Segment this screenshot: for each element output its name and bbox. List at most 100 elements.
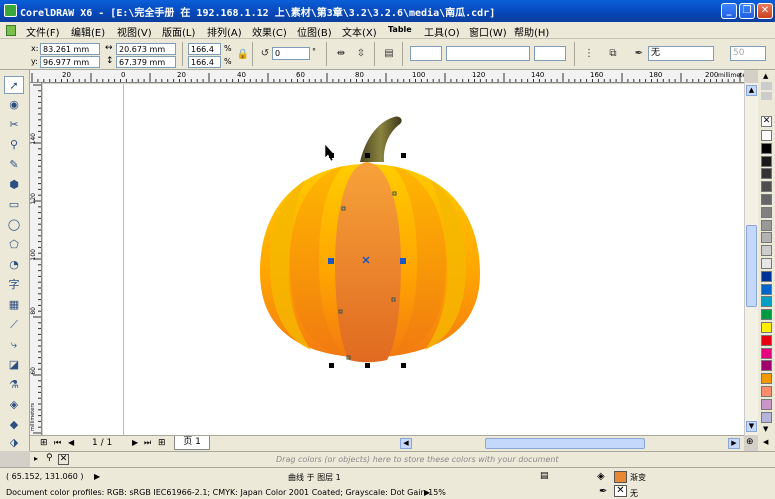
outline-tool-icon[interactable]: ◈	[4, 396, 24, 414]
palette-down-icon[interactable]: ▼	[763, 425, 768, 433]
palette-grip[interactable]	[761, 92, 772, 100]
outline-size-field[interactable]: 50	[730, 46, 766, 61]
scroll-left-icon[interactable]: ◀	[400, 438, 412, 449]
color-swatch[interactable]	[761, 219, 772, 231]
menu-help[interactable]: 帮助(H)	[514, 24, 549, 39]
no-color-swatch[interactable]: ✕	[761, 116, 772, 127]
menu-view[interactable]: 视图(V)	[117, 24, 152, 39]
zoom-tool-icon[interactable]: ⚲	[4, 136, 24, 154]
color-swatch[interactable]	[761, 270, 772, 282]
color-swatch[interactable]	[761, 411, 772, 423]
selection-handle[interactable]	[401, 153, 406, 158]
x-position-field[interactable]: 83.261 mm	[40, 43, 100, 55]
basic-shapes-icon[interactable]: ◔	[4, 256, 24, 274]
color-swatch[interactable]	[761, 309, 772, 321]
blend-tool-icon[interactable]: ◪	[4, 356, 24, 374]
ellipse-tool-icon[interactable]: ◯	[4, 216, 24, 234]
dimension-tool-icon[interactable]: ⟋	[4, 316, 24, 334]
shape-tool-icon[interactable]: ◉	[4, 96, 24, 114]
color-swatch[interactable]	[761, 206, 772, 218]
no-color-icon[interactable]: ✕	[58, 454, 69, 465]
color-swatch[interactable]	[761, 258, 772, 269]
prev-page-icon[interactable]: ◀	[68, 438, 74, 447]
color-swatch[interactable]	[761, 398, 772, 410]
scroll-down-icon[interactable]: ▼	[746, 421, 757, 432]
color-swatch[interactable]	[761, 360, 772, 372]
palette-grip[interactable]	[761, 82, 772, 90]
color-swatch[interactable]	[761, 194, 772, 205]
pumpkin-artwork[interactable]	[43, 84, 744, 435]
color-swatch[interactable]	[761, 296, 772, 308]
style-dropdown-1[interactable]	[410, 46, 442, 61]
style-dropdown-2[interactable]	[446, 46, 530, 61]
menu-bitmaps[interactable]: 位图(B)	[297, 24, 332, 39]
menu-window[interactable]: 窗口(W)	[469, 24, 507, 39]
color-swatch[interactable]	[761, 232, 772, 244]
menu-edit[interactable]: 编辑(E)	[71, 24, 105, 39]
selection-handle[interactable]	[365, 363, 370, 368]
lock-ratio-icon[interactable]: 🔒	[236, 48, 250, 62]
rectangle-tool-icon[interactable]: ▭	[4, 196, 24, 214]
vertical-scrollbar[interactable]: ▲ ▼	[744, 83, 758, 435]
outline-width-dropdown[interactable]: 无	[648, 46, 714, 61]
scale-y-field[interactable]: 166.4	[188, 56, 221, 68]
order-icon[interactable]: ⧉	[606, 47, 620, 61]
color-swatch[interactable]	[761, 245, 772, 257]
mirror-vertical-icon[interactable]: ⇳	[354, 47, 368, 61]
selection-handle[interactable]	[329, 153, 334, 158]
vertical-ruler[interactable]: 140 120 100 80 60 millimeters	[30, 83, 42, 435]
y-position-field[interactable]: 96.977 mm	[40, 56, 100, 68]
scroll-right-icon[interactable]: ▶	[728, 438, 740, 449]
selection-handle[interactable]	[401, 363, 406, 368]
color-swatch[interactable]	[761, 181, 772, 193]
minimize-button[interactable]: _	[721, 3, 737, 19]
drawing-canvas[interactable]	[43, 84, 744, 435]
eyedropper-icon[interactable]: ⚲	[46, 453, 53, 463]
fill-tool-icon[interactable]: ◆	[4, 416, 24, 434]
status-arrow-icon[interactable]: ▶	[94, 472, 100, 481]
selection-handle[interactable]	[365, 153, 370, 158]
page-tab[interactable]: 页 1	[174, 436, 210, 450]
scroll-up-icon[interactable]: ▲	[746, 85, 757, 96]
next-page-icon[interactable]: ▶	[132, 438, 138, 447]
color-swatch[interactable]	[761, 168, 772, 180]
align-icon[interactable]: ▤	[382, 47, 396, 61]
last-page-icon[interactable]: ⏭	[144, 438, 151, 448]
scale-x-field[interactable]: 166.4	[188, 43, 221, 55]
menu-table[interactable]: Table	[388, 25, 412, 34]
palette-menu-icon[interactable]: ▸	[34, 454, 38, 463]
mirror-horizontal-icon[interactable]: ⇹	[334, 47, 348, 61]
menu-effects[interactable]: 效果(C)	[252, 24, 287, 39]
add-page-end-icon[interactable]: ⊞	[158, 438, 166, 448]
color-swatch[interactable]	[761, 142, 772, 154]
color-swatch[interactable]	[761, 347, 772, 359]
crop-tool-icon[interactable]: ✂	[4, 116, 24, 134]
add-page-icon[interactable]: ⊞	[40, 438, 48, 448]
eyedropper-tool-icon[interactable]: ⚗	[4, 376, 24, 394]
color-swatch[interactable]	[761, 373, 772, 385]
freehand-tool-icon[interactable]: ✎	[4, 156, 24, 174]
menu-tools[interactable]: 工具(O)	[424, 24, 460, 39]
color-swatch[interactable]	[761, 155, 772, 167]
table-tool-icon[interactable]: ▦	[4, 296, 24, 314]
color-swatch[interactable]	[761, 283, 772, 295]
scroll-thumb[interactable]	[746, 225, 757, 307]
selection-handle[interactable]	[329, 363, 334, 368]
profiles-arrow-icon[interactable]: ▶	[424, 488, 430, 497]
palette-up-icon[interactable]: ▲	[763, 72, 768, 80]
connector-tool-icon[interactable]: ⤷	[4, 336, 24, 354]
horizontal-scroll-thumb[interactable]	[485, 438, 645, 449]
selection-handle-mid[interactable]	[328, 258, 334, 264]
color-swatch[interactable]	[761, 130, 772, 141]
menu-layout[interactable]: 版面(L)	[162, 24, 195, 39]
menu-text[interactable]: 文本(X)	[342, 24, 377, 39]
horizontal-ruler[interactable]: 20 0 20 40 60 80 100 120 140 160 180 200…	[30, 70, 744, 83]
interactive-fill-icon[interactable]: ⬗	[4, 434, 24, 452]
selection-handle-mid[interactable]	[400, 258, 406, 264]
smart-fill-icon[interactable]: ⬢	[4, 176, 24, 194]
restore-button[interactable]: ❐	[739, 3, 755, 19]
height-field[interactable]: 67.379 mm	[116, 56, 176, 68]
color-swatch[interactable]	[761, 386, 772, 397]
text-tool-icon[interactable]: 字	[4, 276, 24, 294]
color-swatch[interactable]	[761, 334, 772, 346]
